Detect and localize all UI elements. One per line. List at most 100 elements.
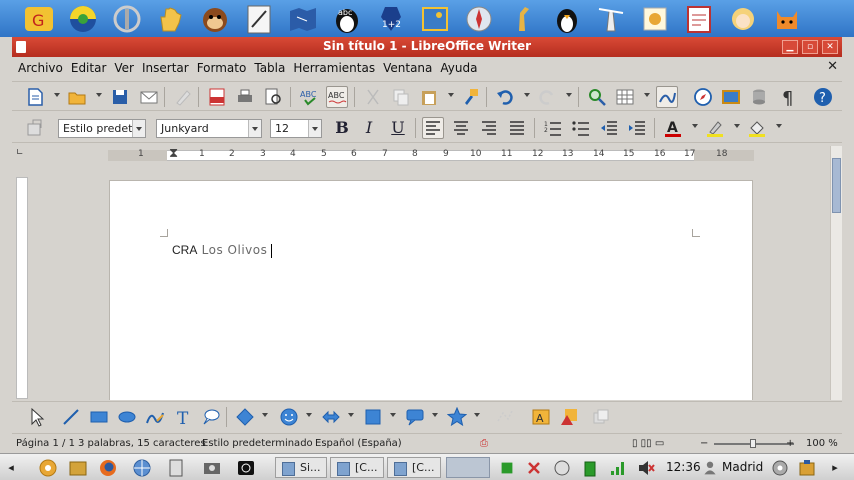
menu-ver[interactable]: Ver — [114, 61, 134, 75]
document-text[interactable]: CRA Los Olivos — [172, 243, 273, 258]
chevron-down-icon[interactable] — [248, 120, 261, 137]
spellcheck-icon[interactable]: ABC — [298, 86, 320, 108]
open-dropdown[interactable] — [96, 93, 102, 97]
map-icon[interactable] — [286, 3, 320, 35]
callouts-icon[interactable] — [404, 406, 426, 428]
zoom-level[interactable]: 100 % — [806, 438, 838, 449]
rectangle-icon[interactable] — [88, 406, 110, 428]
terminal-icon[interactable] — [234, 457, 258, 478]
font-size-select[interactable]: 12 — [270, 119, 322, 138]
symbol-shapes-dropdown[interactable] — [306, 413, 312, 417]
copy-icon[interactable] — [390, 86, 412, 108]
paste-dropdown[interactable] — [448, 93, 454, 97]
callout-icon[interactable] — [200, 406, 222, 428]
open-folder-icon[interactable] — [66, 86, 88, 108]
settings-tray-icon[interactable] — [770, 457, 790, 478]
firefox-icon[interactable] — [96, 457, 120, 478]
maximize-button[interactable]: ▫ — [802, 40, 818, 54]
package-tray-icon[interactable] — [796, 457, 818, 478]
ellipse-icon[interactable] — [116, 406, 138, 428]
stars-dropdown[interactable] — [474, 413, 480, 417]
document-language[interactable]: Español (España) — [315, 438, 402, 449]
menu-ventana[interactable]: Ventana — [383, 61, 432, 75]
girl-icon[interactable] — [726, 3, 760, 35]
numbering-icon[interactable]: 12 — [542, 117, 564, 139]
increase-indent-icon[interactable] — [626, 117, 648, 139]
giraffe-icon[interactable] — [506, 3, 540, 35]
decrease-indent-icon[interactable] — [598, 117, 620, 139]
text-box-icon[interactable]: T — [172, 406, 194, 428]
task-window-2[interactable]: [C... — [330, 457, 384, 478]
align-left-icon[interactable] — [422, 117, 444, 139]
new-document-icon[interactable] — [24, 86, 46, 108]
align-right-icon[interactable] — [478, 117, 500, 139]
highlighting-dropdown[interactable] — [734, 124, 740, 128]
volume-muted-icon[interactable] — [636, 457, 656, 478]
chevron-left-icon[interactable]: ◂ — [2, 457, 20, 478]
notes-icon[interactable] — [164, 457, 188, 478]
basic-shapes-dropdown[interactable] — [262, 413, 268, 417]
undo-dropdown[interactable] — [524, 93, 530, 97]
gcompris-icon[interactable]: G — [22, 3, 56, 35]
chevron-right-icon[interactable]: ▸ — [826, 457, 844, 478]
close-button[interactable]: ✕ — [822, 40, 838, 54]
redo-dropdown[interactable] — [566, 93, 572, 97]
scrollbar-thumb[interactable] — [832, 158, 841, 213]
vertical-ruler[interactable] — [16, 177, 28, 399]
edit-mode-icon[interactable] — [172, 86, 194, 108]
menu-insertar[interactable]: Insertar — [142, 61, 189, 75]
redo-icon[interactable] — [536, 86, 558, 108]
insert-image-icon[interactable] — [558, 406, 580, 428]
undo-icon[interactable] — [494, 86, 516, 108]
zoom-out-button[interactable]: − — [700, 438, 708, 449]
window-titlebar[interactable]: Sin título 1 - LibreOffice Writer ▁ ▫ ✕ — [12, 37, 842, 57]
battery-icon[interactable] — [580, 457, 600, 478]
justify-icon[interactable] — [506, 117, 528, 139]
new-document-dropdown[interactable] — [54, 93, 60, 97]
signal-icon[interactable] — [608, 457, 628, 478]
user-location[interactable]: Madrid — [722, 460, 763, 474]
task-writer[interactable]: Si... — [275, 457, 327, 478]
menu-formato[interactable]: Formato — [197, 61, 247, 75]
horizontal-ruler[interactable]: ∟ 1 ⧗ 1 2 3 4 5 6 7 8 9 10 11 12 13 14 1… — [12, 146, 830, 164]
tux-paint-icon[interactable] — [110, 3, 144, 35]
screenshot-icon[interactable] — [200, 457, 224, 478]
file-manager-icon[interactable] — [66, 457, 90, 478]
find-replace-icon[interactable] — [586, 86, 608, 108]
zoom-in-button[interactable]: + — [786, 438, 794, 449]
navigator-icon[interactable] — [692, 86, 714, 108]
autospellcheck-icon[interactable]: ABC — [326, 86, 348, 108]
paragraph-style-select[interactable]: Estilo predete — [58, 119, 146, 138]
points-icon[interactable] — [494, 406, 516, 428]
callouts-dropdown[interactable] — [432, 413, 438, 417]
document-page[interactable]: CRA Los Olivos — [109, 180, 753, 400]
cat-icon[interactable] — [770, 3, 804, 35]
start-menu-icon[interactable] — [36, 457, 60, 478]
italic-button[interactable]: I — [358, 118, 380, 138]
view-layout-icon[interactable]: ▯ ▯▯ ▭ — [632, 438, 664, 449]
writing-icon[interactable] — [682, 3, 716, 35]
task-window-3[interactable]: [C... — [387, 457, 441, 478]
indent-marker-icon[interactable]: ⧗ — [169, 146, 178, 161]
gallery-icon[interactable] — [720, 86, 742, 108]
math-icon[interactable]: 1+2 — [374, 3, 408, 35]
bullets-icon[interactable] — [570, 117, 592, 139]
page-count[interactable]: Página 1 / 1 — [16, 438, 75, 449]
flowchart-dropdown[interactable] — [390, 413, 396, 417]
block-arrows-icon[interactable] — [320, 406, 342, 428]
penguin-icon[interactable] — [550, 3, 584, 35]
export-pdf-icon[interactable] — [206, 86, 228, 108]
extrusion-icon[interactable] — [590, 406, 612, 428]
formatting-marks-icon[interactable]: ¶ — [778, 86, 800, 108]
data-sources-icon[interactable] — [748, 86, 770, 108]
menu-editar[interactable]: Editar — [71, 61, 107, 75]
browser-icon[interactable] — [130, 457, 154, 478]
stars-icon[interactable] — [446, 406, 468, 428]
font-color-dropdown[interactable] — [692, 124, 698, 128]
close-tray-icon[interactable] — [524, 457, 544, 478]
tab-stop-icon[interactable]: ∟ — [16, 148, 24, 158]
minimize-button[interactable]: ▁ — [782, 40, 798, 54]
table-dropdown[interactable] — [644, 93, 650, 97]
close-document-icon[interactable]: ✕ — [827, 59, 838, 74]
hand-icon[interactable] — [154, 3, 188, 35]
